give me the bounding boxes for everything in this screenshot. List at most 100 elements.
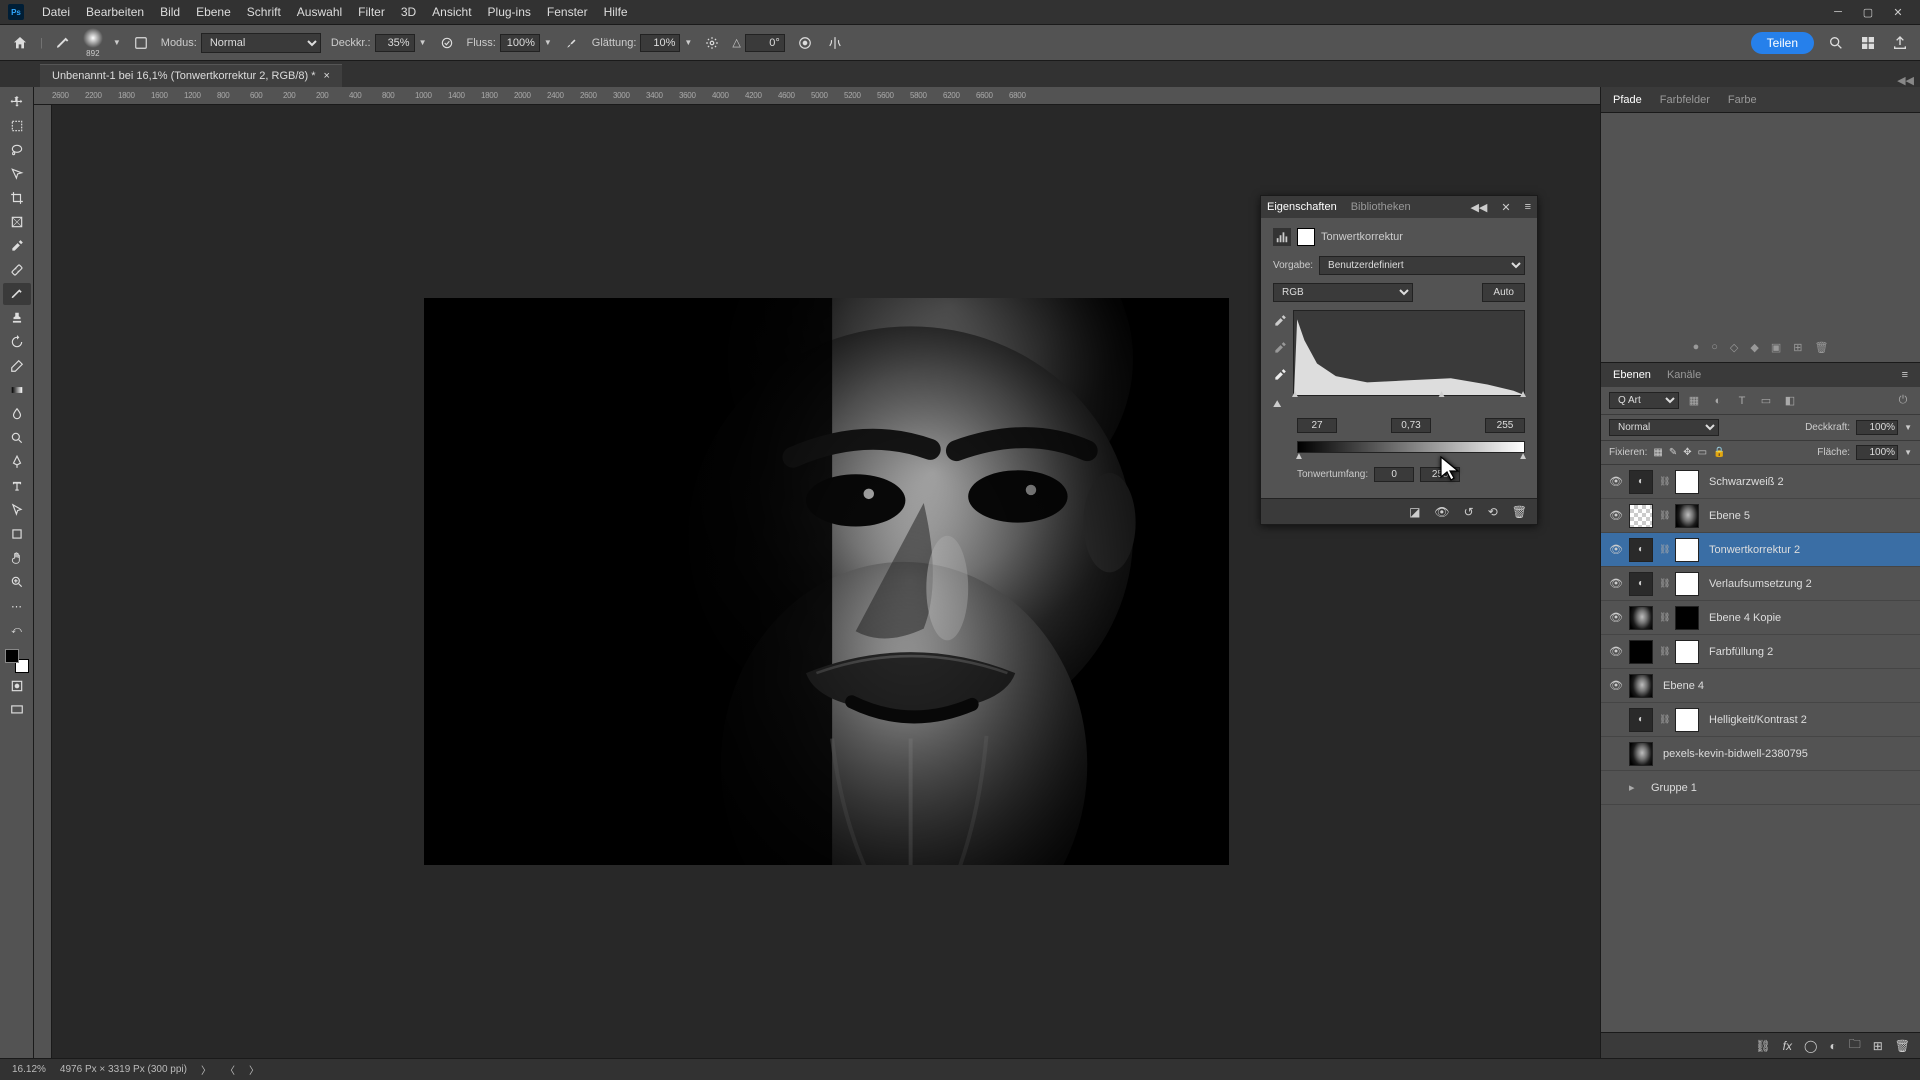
brush-panel-icon[interactable] bbox=[131, 33, 151, 53]
layer-thumb[interactable]: ◐ bbox=[1629, 538, 1653, 562]
layer-link-icon[interactable]: ⛓ bbox=[1659, 544, 1669, 555]
window-close-icon[interactable]: ✕ bbox=[1884, 2, 1912, 22]
opacity-input[interactable] bbox=[375, 34, 415, 52]
menu-ansicht[interactable]: Ansicht bbox=[424, 5, 479, 19]
layer-name[interactable]: Gruppe 1 bbox=[1647, 782, 1912, 794]
layer-link-icon[interactable]: ⛓ bbox=[1659, 646, 1669, 657]
panel-menu-icon[interactable]: ≡ bbox=[1525, 201, 1531, 213]
home-icon[interactable] bbox=[10, 33, 30, 53]
layer-name[interactable]: Ebene 4 bbox=[1659, 680, 1912, 692]
layer-name[interactable]: Farbfüllung 2 bbox=[1705, 646, 1912, 658]
eyedropper-tool-icon[interactable] bbox=[3, 235, 31, 257]
pressure-size-icon[interactable] bbox=[795, 33, 815, 53]
layer-thumb[interactable] bbox=[1629, 606, 1653, 630]
menu-datei[interactable]: Datei bbox=[34, 5, 78, 19]
swap-colors-icon[interactable]: ⤺ bbox=[3, 619, 31, 641]
filter-smart-icon[interactable]: ◧ bbox=[1781, 392, 1799, 410]
layer-visibility-icon[interactable]: 👁 bbox=[1609, 645, 1623, 658]
chevron-down-icon[interactable]: ▼ bbox=[544, 38, 552, 47]
pressure-opacity-icon[interactable] bbox=[437, 33, 457, 53]
layer-row[interactable]: 👁◐⛓Verlaufsumsetzung 2 bbox=[1601, 567, 1920, 601]
lock-transparent-icon[interactable]: ▦ bbox=[1653, 447, 1662, 458]
symmetry-icon[interactable] bbox=[825, 33, 845, 53]
layer-filter-kind-select[interactable]: Q Art bbox=[1609, 392, 1679, 409]
layer-mask-thumb[interactable] bbox=[1675, 572, 1699, 596]
chevron-down-icon[interactable]: ▼ bbox=[113, 38, 121, 47]
layer-row[interactable]: pexels-kevin-bidwell-2380795 bbox=[1601, 737, 1920, 771]
layer-link-icon[interactable]: ⛓ bbox=[1659, 612, 1669, 623]
menu-plug-ins[interactable]: Plug-ins bbox=[480, 5, 539, 19]
tab-properties[interactable]: Eigenschaften bbox=[1267, 201, 1337, 213]
smoothing-options-icon[interactable] bbox=[702, 33, 722, 53]
layer-visibility-icon[interactable]: 👁 bbox=[1609, 577, 1623, 590]
heal-tool-icon[interactable] bbox=[3, 259, 31, 281]
chevron-down-icon[interactable]: ▼ bbox=[1904, 423, 1912, 432]
layer-visibility-icon[interactable]: 👁 bbox=[1609, 611, 1623, 624]
lock-all-icon[interactable]: 🔒 bbox=[1713, 447, 1725, 458]
fill-input[interactable] bbox=[1856, 445, 1898, 460]
path-fill-icon[interactable]: ● bbox=[1693, 341, 1700, 354]
input-gamma-field[interactable] bbox=[1391, 418, 1431, 433]
frame-tool-icon[interactable] bbox=[3, 211, 31, 233]
document-tab[interactable]: Unbenannt-1 bei 16,1% (Tonwertkorrektur … bbox=[40, 64, 342, 87]
auto-button[interactable]: Auto bbox=[1482, 283, 1525, 302]
menu-hilfe[interactable]: Hilfe bbox=[596, 5, 636, 19]
clip-preview-icon[interactable]: ⛰ bbox=[1273, 399, 1287, 410]
status-nav-right-icon[interactable]: 〉 bbox=[249, 1062, 259, 1077]
tab-layers[interactable]: Ebenen bbox=[1613, 369, 1651, 381]
layer-thumb[interactable]: ◐ bbox=[1629, 470, 1653, 494]
collapse-panels-icon[interactable]: ◀◀ bbox=[1897, 74, 1920, 87]
blend-mode-select[interactable]: Normal bbox=[201, 33, 321, 53]
chevron-down-icon[interactable]: ▼ bbox=[1904, 448, 1912, 457]
input-black-slider[interactable]: ▲ bbox=[1290, 389, 1300, 400]
flow-input[interactable] bbox=[500, 34, 540, 52]
delete-adjustment-icon[interactable]: 🗑 bbox=[1512, 505, 1527, 519]
menu-filter[interactable]: Filter bbox=[350, 5, 393, 19]
lasso-tool-icon[interactable] bbox=[3, 139, 31, 161]
tab-libraries[interactable]: Bibliotheken bbox=[1351, 201, 1411, 213]
screen-mode-icon[interactable] bbox=[3, 699, 31, 721]
layer-fx-icon[interactable]: fx bbox=[1783, 1039, 1792, 1053]
zoom-tool-icon[interactable] bbox=[3, 571, 31, 593]
menu-bild[interactable]: Bild bbox=[152, 5, 188, 19]
chevron-down-icon[interactable]: ▼ bbox=[419, 38, 427, 47]
smoothing-input[interactable] bbox=[640, 34, 680, 52]
more-tools-icon[interactable]: ⋯ bbox=[3, 595, 31, 617]
channel-select[interactable]: RGB bbox=[1273, 283, 1413, 302]
layer-name[interactable]: pexels-kevin-bidwell-2380795 bbox=[1659, 748, 1912, 760]
layer-thumb[interactable] bbox=[1629, 504, 1653, 528]
path-select-tool-icon[interactable] bbox=[3, 499, 31, 521]
layer-row[interactable]: 👁◐⛓Schwarzweiß 2 bbox=[1601, 465, 1920, 499]
marquee-tool-icon[interactable] bbox=[3, 115, 31, 137]
layer-visibility-icon[interactable]: 👁 bbox=[1609, 509, 1623, 522]
collapse-panel-icon[interactable]: ◀◀ bbox=[1470, 201, 1487, 214]
workspace-icon[interactable] bbox=[1858, 33, 1878, 53]
history-brush-tool-icon[interactable] bbox=[3, 331, 31, 353]
brush-tool-icon[interactable] bbox=[53, 33, 73, 53]
reset-previous-icon[interactable]: ↺ bbox=[1464, 505, 1474, 519]
layer-name[interactable]: Helligkeit/Kontrast 2 bbox=[1705, 714, 1912, 726]
window-minimize-icon[interactable]: ─ bbox=[1824, 2, 1852, 22]
layer-name[interactable]: Ebene 4 Kopie bbox=[1705, 612, 1912, 624]
angle-input[interactable] bbox=[745, 34, 785, 52]
close-tab-icon[interactable]: × bbox=[324, 70, 330, 82]
tab-paths[interactable]: Pfade bbox=[1613, 94, 1642, 106]
layer-link-icon[interactable]: ⛓ bbox=[1659, 578, 1669, 589]
gradient-tool-icon[interactable] bbox=[3, 379, 31, 401]
status-chevron-icon[interactable]: 〉 bbox=[201, 1062, 211, 1077]
group-expand-icon[interactable]: ▸ bbox=[1629, 781, 1641, 794]
menu-fenster[interactable]: Fenster bbox=[539, 5, 596, 19]
layer-name[interactable]: Tonwertkorrektur 2 bbox=[1705, 544, 1912, 556]
layer-link-icon[interactable]: ⛓ bbox=[1659, 510, 1669, 521]
search-icon[interactable] bbox=[1826, 33, 1846, 53]
layer-thumb[interactable] bbox=[1629, 640, 1653, 664]
brush-preview-icon[interactable] bbox=[83, 28, 103, 48]
add-mask-icon[interactable]: ◯ bbox=[1804, 1039, 1817, 1053]
input-white-field[interactable] bbox=[1485, 418, 1525, 433]
blend-mode-select[interactable]: Normal bbox=[1609, 419, 1719, 436]
delete-layer-icon[interactable]: 🗑 bbox=[1895, 1039, 1910, 1053]
layer-row[interactable]: ◐⛓Helligkeit/Kontrast 2 bbox=[1601, 703, 1920, 737]
lock-paint-icon[interactable]: ✎ bbox=[1669, 447, 1677, 458]
mask-thumb-icon[interactable] bbox=[1297, 228, 1315, 246]
layer-row[interactable]: 👁 ⛓ Farbfüllung 2 bbox=[1601, 635, 1920, 669]
